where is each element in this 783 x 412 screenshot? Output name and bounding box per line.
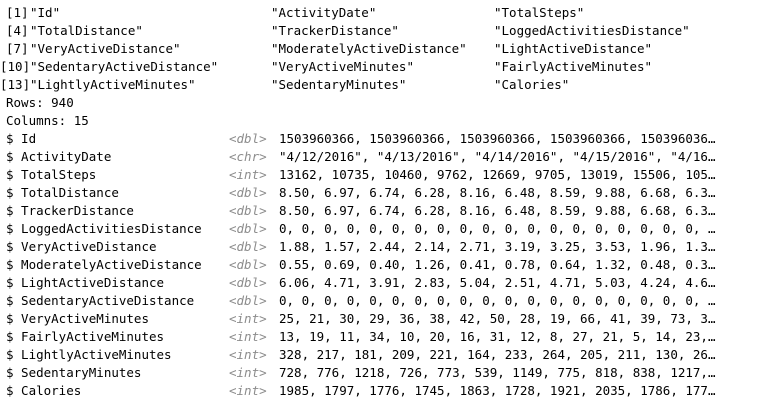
- colname: "SedentaryMinutes": [271, 77, 407, 92]
- glimpse-row: $ LightlyActiveMinutes <int> 328, 217, 1…: [0, 346, 783, 364]
- colname: "ModeratelyActiveDistance": [271, 41, 467, 56]
- colnames-index: [7]: [6, 41, 29, 56]
- variable-type: <int>: [229, 383, 267, 398]
- columns-count: Columns: 15: [6, 113, 89, 128]
- colnames-index: [13]: [0, 77, 31, 92]
- variable-type: <dbl>: [229, 203, 267, 218]
- glimpse-row: $ VeryActiveDistance <dbl> 1.88, 1.57, 2…: [0, 238, 783, 256]
- colnames-row: [7] "VeryActiveDistance" "ModeratelyActi…: [0, 40, 783, 58]
- colnames-index: [10]: [0, 59, 31, 74]
- variable-name: $ VeryActiveMinutes: [6, 311, 149, 326]
- glimpse-row: $ ModeratelyActiveDistance <dbl> 0.55, 0…: [0, 256, 783, 274]
- variable-type: <dbl>: [229, 185, 267, 200]
- colnames-index: [4]: [6, 23, 29, 38]
- variable-values: 728, 776, 1218, 726, 773, 539, 1149, 775…: [279, 365, 716, 380]
- glimpse-row: $ TotalSteps <int> 13162, 10735, 10460, …: [0, 166, 783, 184]
- colname: "LightlyActiveMinutes": [30, 77, 196, 92]
- variable-type: <dbl>: [229, 131, 267, 146]
- variable-values: 1.88, 1.57, 2.44, 2.14, 2.71, 3.19, 3.25…: [279, 239, 716, 254]
- glimpse-row: $ SedentaryActiveDistance <dbl> 0, 0, 0,…: [0, 292, 783, 310]
- variable-name: $ ModeratelyActiveDistance: [6, 257, 202, 272]
- colname: "SedentaryActiveDistance": [30, 59, 219, 74]
- colnames-row: [13] "LightlyActiveMinutes" "SedentaryMi…: [0, 76, 783, 94]
- variable-name: $ LoggedActivitiesDistance: [6, 221, 202, 236]
- colname: "TotalSteps": [494, 5, 585, 20]
- variable-name: $ VeryActiveDistance: [6, 239, 157, 254]
- variable-name: $ ActivityDate: [6, 149, 112, 164]
- variable-values: 8.50, 6.97, 6.74, 6.28, 8.16, 6.48, 8.59…: [279, 203, 716, 218]
- glimpse-row: $ TotalDistance <dbl> 8.50, 6.97, 6.74, …: [0, 184, 783, 202]
- variable-values: 0, 0, 0, 0, 0, 0, 0, 0, 0, 0, 0, 0, 0, 0…: [279, 293, 716, 308]
- variable-type: <dbl>: [229, 257, 267, 272]
- glimpse-row: $ ActivityDate <chr> "4/12/2016", "4/13/…: [0, 148, 783, 166]
- variable-name: $ TrackerDistance: [6, 203, 134, 218]
- variable-type: <dbl>: [229, 239, 267, 254]
- variable-values: 8.50, 6.97, 6.74, 6.28, 8.16, 6.48, 8.59…: [279, 185, 716, 200]
- colname: "VeryActiveDistance": [30, 41, 181, 56]
- variable-type: <int>: [229, 347, 267, 362]
- glimpse-row: $ Calories <int> 1985, 1797, 1776, 1745,…: [0, 382, 783, 400]
- colname: "TotalDistance": [30, 23, 143, 38]
- variable-type: <dbl>: [229, 221, 267, 236]
- colnames-row: [1] "Id" "ActivityDate" "TotalSteps": [0, 4, 783, 22]
- variable-name: $ FairlyActiveMinutes: [6, 329, 165, 344]
- colnames-index: [1]: [6, 5, 29, 20]
- variable-name: $ LightlyActiveMinutes: [6, 347, 172, 362]
- rows-count: Rows: 940: [6, 95, 74, 110]
- variable-type: <dbl>: [229, 275, 267, 290]
- variable-values: 13162, 10735, 10460, 9762, 12669, 9705, …: [279, 167, 716, 182]
- variable-type: <int>: [229, 329, 267, 344]
- console-output[interactable]: [1] "Id" "ActivityDate" "TotalSteps" [4]…: [0, 0, 783, 412]
- colname: "TrackerDistance": [271, 23, 399, 38]
- variable-type: <int>: [229, 365, 267, 380]
- variable-type: <int>: [229, 167, 267, 182]
- colname: "ActivityDate": [271, 5, 377, 20]
- variable-values: 1985, 1797, 1776, 1745, 1863, 1728, 1921…: [279, 383, 716, 398]
- colnames-row: [4] "TotalDistance" "TrackerDistance" "L…: [0, 22, 783, 40]
- variable-values: 328, 217, 181, 209, 221, 164, 233, 264, …: [279, 347, 716, 362]
- colname: "FairlyActiveMinutes": [494, 59, 653, 74]
- glimpse-row: $ VeryActiveMinutes <int> 25, 21, 30, 29…: [0, 310, 783, 328]
- variable-values: 13, 19, 11, 34, 10, 20, 16, 31, 12, 8, 2…: [279, 329, 716, 344]
- variable-values: 6.06, 4.71, 3.91, 2.83, 5.04, 2.51, 4.71…: [279, 275, 716, 290]
- variable-values: 0.55, 0.69, 0.40, 1.26, 0.41, 0.78, 0.64…: [279, 257, 716, 272]
- colname: "LightActiveDistance": [494, 41, 653, 56]
- glimpse-row: $ SedentaryMinutes <int> 728, 776, 1218,…: [0, 364, 783, 382]
- variable-type: <int>: [229, 311, 267, 326]
- variable-name: $ TotalDistance: [6, 185, 119, 200]
- variable-name: $ SedentaryMinutes: [6, 365, 142, 380]
- variable-name: $ SedentaryActiveDistance: [6, 293, 195, 308]
- variable-type: <dbl>: [229, 293, 267, 308]
- glimpse-row: $ TrackerDistance <dbl> 8.50, 6.97, 6.74…: [0, 202, 783, 220]
- glimpse-row: $ LightActiveDistance <dbl> 6.06, 4.71, …: [0, 274, 783, 292]
- colname: "LoggedActivitiesDistance": [494, 23, 690, 38]
- glimpse-row: $ Id <dbl> 1503960366, 1503960366, 15039…: [0, 130, 783, 148]
- variable-values: 0, 0, 0, 0, 0, 0, 0, 0, 0, 0, 0, 0, 0, 0…: [279, 221, 716, 236]
- variable-name: $ TotalSteps: [6, 167, 97, 182]
- colname: "Id": [30, 5, 61, 20]
- variable-type: <chr>: [229, 149, 267, 164]
- variable-values: 25, 21, 30, 29, 36, 38, 42, 50, 28, 19, …: [279, 311, 716, 326]
- variable-name: $ LightActiveDistance: [6, 275, 165, 290]
- variable-values: "4/12/2016", "4/13/2016", "4/14/2016", "…: [279, 149, 716, 164]
- colnames-row: [10] "SedentaryActiveDistance" "VeryActi…: [0, 58, 783, 76]
- glimpse-row: $ FairlyActiveMinutes <int> 13, 19, 11, …: [0, 328, 783, 346]
- variable-name: $ Id: [6, 131, 37, 146]
- variable-values: 1503960366, 1503960366, 1503960366, 1503…: [279, 131, 716, 146]
- variable-name: $ Calories: [6, 383, 82, 398]
- colname: "Calories": [494, 77, 570, 92]
- glimpse-row: $ LoggedActivitiesDistance <dbl> 0, 0, 0…: [0, 220, 783, 238]
- colname: "VeryActiveMinutes": [271, 59, 414, 74]
